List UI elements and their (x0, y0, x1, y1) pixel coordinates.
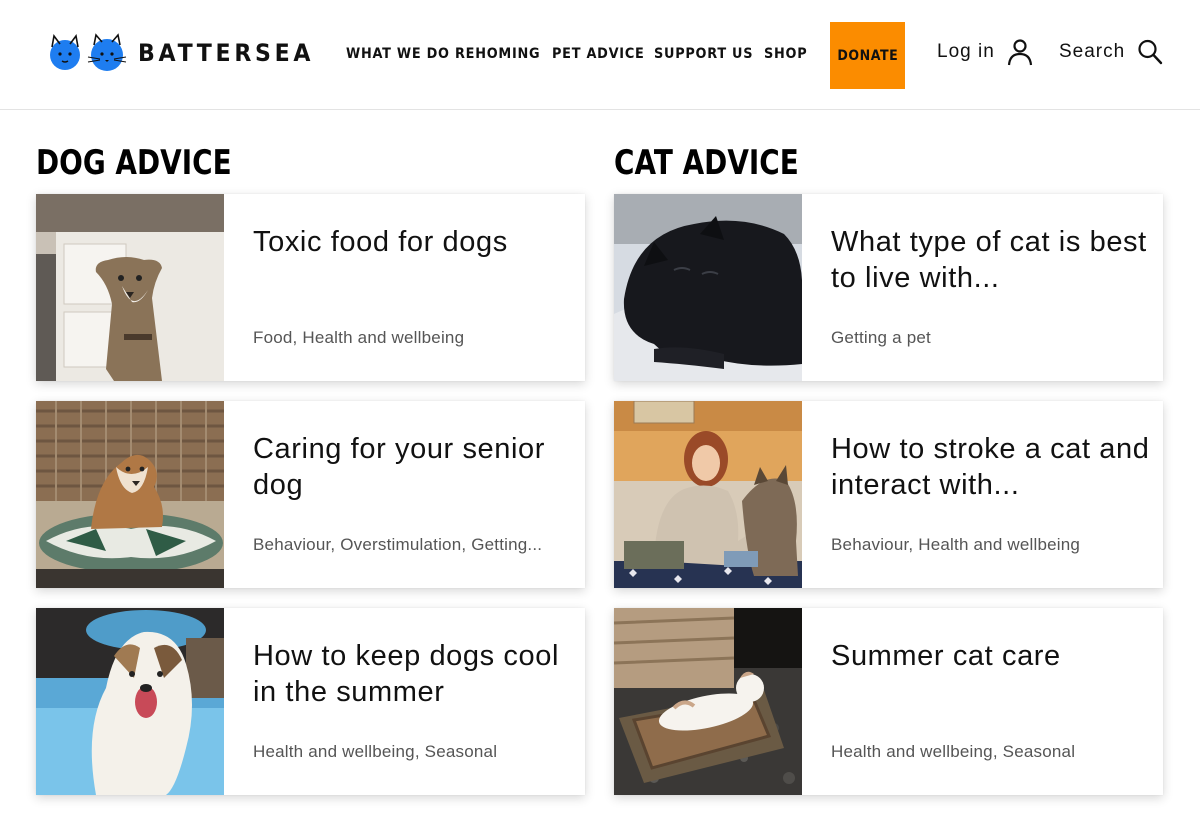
article-card[interactable]: How to stroke a cat and interact with...… (614, 401, 1163, 588)
greyhound-kitchen-image (36, 194, 224, 381)
article-title: Summer cat care (831, 640, 1061, 672)
search-button[interactable]: Search (1059, 38, 1163, 66)
woman-stroking-cat-image (614, 401, 802, 588)
article-card[interactable]: Caring for your senior dog Behaviour, Ov… (36, 401, 585, 588)
nav-shop[interactable]: SHOP (764, 46, 807, 62)
article-tags: Behaviour, Overstimulation, Getting... (253, 535, 543, 554)
cat-advice-section: CAT ADVICE What type of cat is best to l… (614, 140, 1165, 815)
search-label: Search (1059, 41, 1126, 62)
article-title: Toxic food for dogs (253, 226, 508, 258)
cat-dog-logo-icon (50, 33, 127, 71)
donate-button[interactable]: DONATE (830, 22, 905, 89)
black-cat-sleeping-image (614, 194, 802, 381)
login-link[interactable]: Log in (937, 38, 1033, 66)
article-title: How to stroke a cat and interact with... (831, 433, 1150, 501)
article-title: How to keep dogs cool in the summer (253, 640, 559, 708)
white-cat-sunbathing-image (614, 608, 802, 795)
search-icon (1138, 39, 1163, 65)
article-card[interactable]: How to keep dogs cool in the summer Heal… (36, 608, 585, 795)
article-title: Caring for your senior dog (253, 433, 546, 501)
article-tags: Food, Health and wellbeing (253, 328, 465, 347)
dog-advice-section: DOG ADVICE Toxic food for dogs Food, Hea… (36, 140, 587, 815)
site-header: BATTERSEA WHAT WE DO REHOMING PET ADVICE… (0, 0, 1200, 110)
battersea-logo[interactable]: BATTERSEA (48, 33, 329, 73)
user-icon (1007, 39, 1032, 66)
nav-rehoming[interactable]: REHOMING (455, 46, 540, 62)
nav-pet-advice[interactable]: PET ADVICE (552, 46, 644, 62)
article-tags: Behaviour, Health and wellbeing (831, 535, 1081, 554)
main-nav: WHAT WE DO REHOMING PET ADVICE SUPPORT U… (346, 46, 821, 62)
cat-advice-heading: CAT ADVICE (614, 143, 799, 183)
logo-wordmark: BATTERSEA (138, 39, 315, 67)
nav-what-we-do[interactable]: WHAT WE DO (346, 46, 449, 62)
dog-advice-heading: DOG ADVICE (36, 143, 232, 183)
dog-paddling-pool-image (36, 608, 224, 795)
senior-dog-cushion-image (36, 401, 224, 588)
article-card[interactable]: What type of cat is best to live with...… (614, 194, 1163, 381)
article-tags: Health and wellbeing, Seasonal (831, 742, 1076, 761)
nav-support-us[interactable]: SUPPORT US (654, 46, 753, 62)
article-card[interactable]: Summer cat care Health and wellbeing, Se… (614, 608, 1163, 795)
donate-label: DONATE (837, 47, 898, 64)
article-title: What type of cat is best to live with... (831, 226, 1147, 294)
article-tags: Health and wellbeing, Seasonal (253, 742, 498, 761)
login-label: Log in (937, 41, 995, 62)
article-tags: Getting a pet (831, 328, 931, 347)
article-card[interactable]: Toxic food for dogs Food, Health and wel… (36, 194, 585, 381)
